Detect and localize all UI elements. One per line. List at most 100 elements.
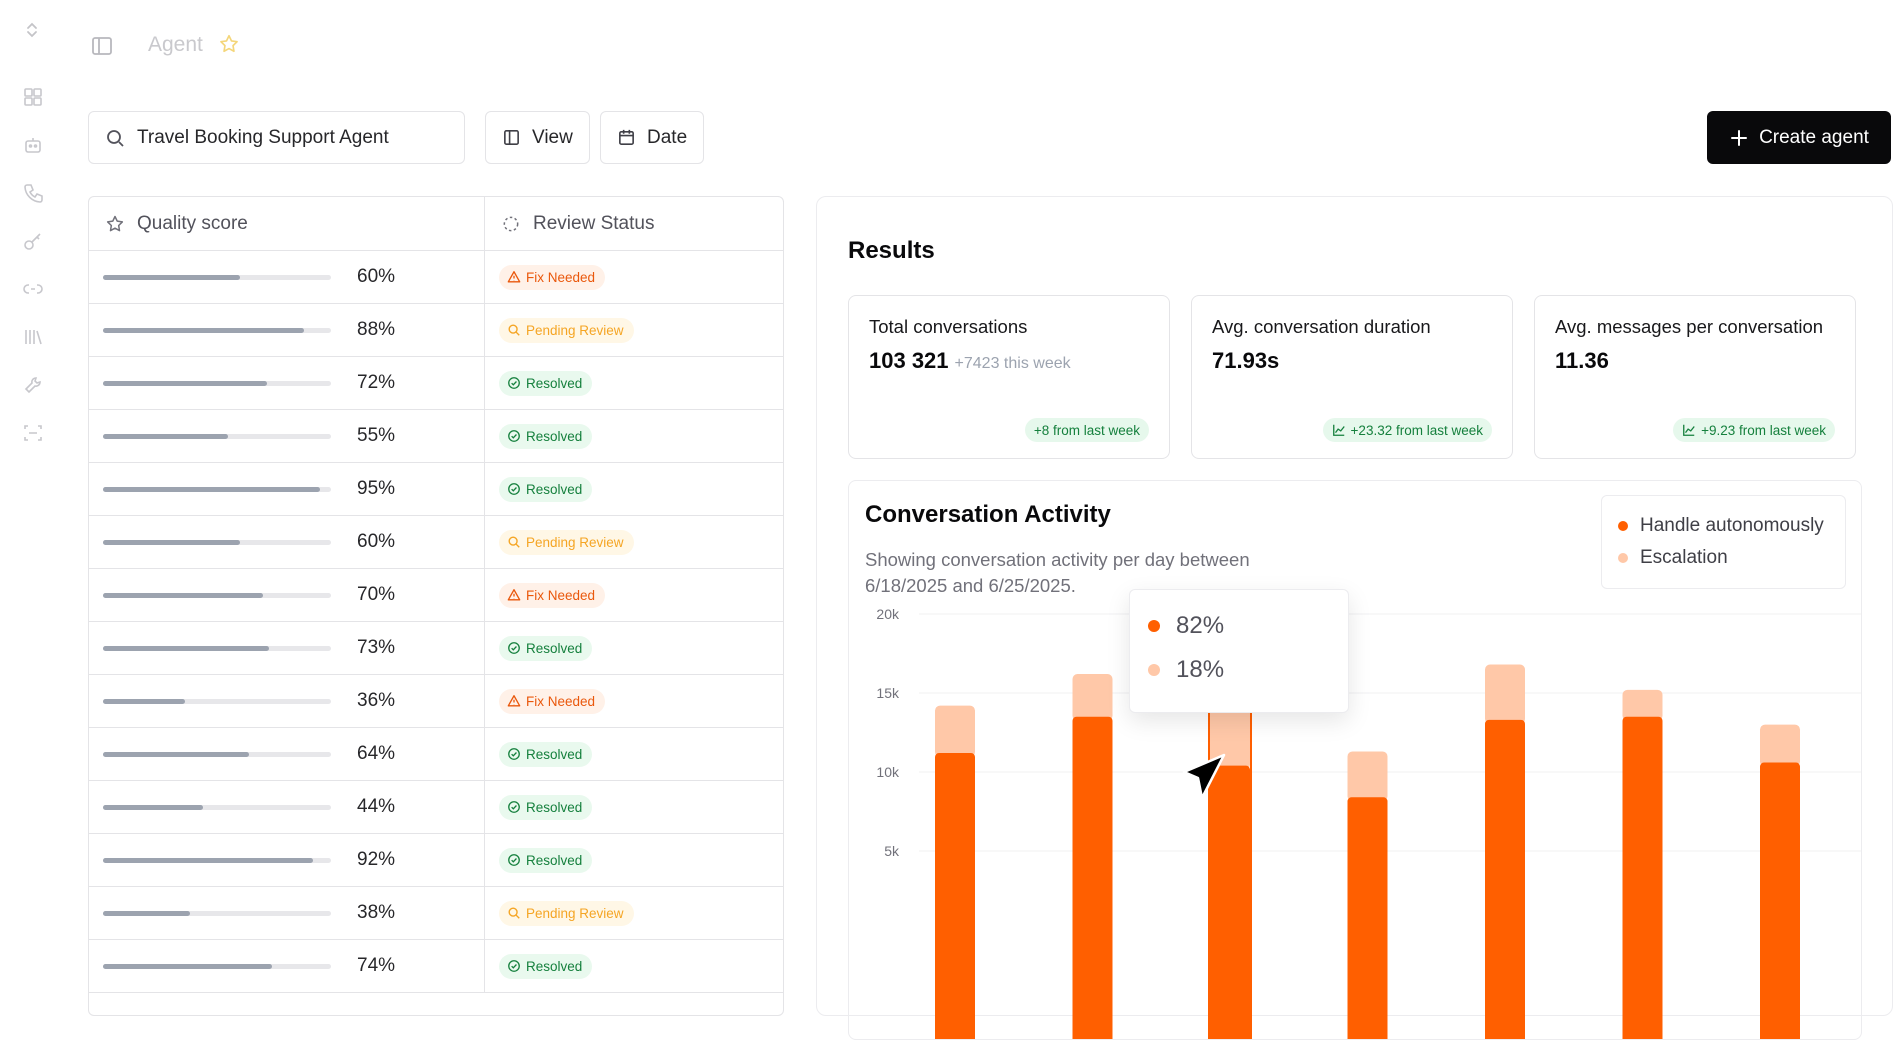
- date-button[interactable]: Date: [600, 111, 705, 164]
- status-label: Resolved: [526, 428, 583, 444]
- table-row[interactable]: 72% Resolved: [89, 357, 783, 410]
- tooltip-dot: [1148, 664, 1160, 676]
- table-row[interactable]: 38% Pending Review: [89, 887, 783, 940]
- bar-handle-autonomously[interactable]: [1072, 716, 1113, 1040]
- chevron-up-down-icon[interactable]: [22, 20, 42, 40]
- search-icon: [507, 535, 526, 549]
- quality-score-cell: 64%: [89, 728, 485, 780]
- table-row[interactable]: 73% Resolved: [89, 622, 783, 675]
- bot-icon[interactable]: [22, 134, 44, 156]
- search-input[interactable]: Travel Booking Support Agent: [88, 111, 465, 164]
- quality-score-value: 64%: [357, 743, 396, 764]
- quality-score-bar: [103, 645, 331, 651]
- review-status-cell: Fix Needed: [485, 264, 783, 290]
- dashboard-icon[interactable]: [22, 86, 44, 108]
- stat-card-avg-duration: Avg. conversation duration 71.93s +23.32…: [1191, 295, 1513, 459]
- table-row[interactable]: 70% Fix Needed: [89, 569, 783, 622]
- bar-handle-autonomously[interactable]: [1210, 765, 1250, 1040]
- table-row[interactable]: 88% Pending Review: [89, 304, 783, 357]
- review-status-cell: Resolved: [485, 741, 783, 767]
- quality-score-bar-fill: [103, 857, 313, 863]
- quality-score-bar-fill: [103, 963, 272, 969]
- bar-escalation[interactable]: [935, 705, 975, 758]
- quality-score-bar-fill: [103, 592, 263, 598]
- legend-item-escalation[interactable]: Escalation: [1618, 542, 1829, 574]
- sidebar-toggle-icon[interactable]: [90, 34, 114, 58]
- library-icon[interactable]: [22, 326, 44, 348]
- view-button[interactable]: View: [485, 111, 590, 164]
- status-badge[interactable]: Pending Review: [499, 900, 634, 926]
- review-status-cell: Resolved: [485, 953, 783, 979]
- quality-score-value: 55%: [357, 425, 396, 446]
- scan-icon[interactable]: [22, 422, 44, 444]
- create-agent-label: Create agent: [1759, 126, 1869, 148]
- status-badge[interactable]: Fix Needed: [499, 582, 606, 608]
- column-header-review-status[interactable]: Review Status: [485, 197, 783, 250]
- table-row[interactable]: 95% Resolved: [89, 463, 783, 516]
- status-badge[interactable]: Pending Review: [499, 317, 634, 343]
- quality-score-cell: 92%: [89, 834, 485, 886]
- status-badge[interactable]: Resolved: [499, 741, 593, 767]
- status-badge[interactable]: Resolved: [499, 635, 593, 661]
- stat-value: 103 321 +7423 this week: [869, 348, 1149, 374]
- status-badge[interactable]: Resolved: [499, 847, 593, 873]
- key-icon[interactable]: [22, 230, 44, 252]
- wrench-icon[interactable]: [22, 374, 44, 396]
- quality-score-value: 44%: [357, 796, 396, 817]
- quality-score-bar: [103, 857, 331, 863]
- table-row[interactable]: 44% Resolved: [89, 781, 783, 834]
- status-badge[interactable]: Resolved: [499, 423, 593, 449]
- quality-score-bar-fill: [103, 698, 186, 704]
- stat-card-total-conversations: Total conversations 103 321 +7423 this we…: [848, 295, 1170, 459]
- bar-escalation[interactable]: [1485, 664, 1525, 724]
- check-circle-icon: [507, 853, 526, 867]
- y-tick-label: 20k: [876, 606, 900, 622]
- status-badge[interactable]: Resolved: [499, 953, 593, 979]
- status-badge[interactable]: Resolved: [499, 794, 593, 820]
- search-icon: [107, 129, 124, 147]
- quality-score-bar: [103, 380, 331, 386]
- status-badge[interactable]: Fix Needed: [499, 688, 606, 714]
- bar-escalation[interactable]: [1622, 689, 1663, 721]
- bar-handle-autonomously[interactable]: [1485, 719, 1525, 1040]
- status-label: Resolved: [526, 746, 583, 762]
- table-row[interactable]: 36% Fix Needed: [89, 675, 783, 728]
- table-row[interactable]: 60% Pending Review: [89, 516, 783, 569]
- quality-score-cell: 72%: [89, 357, 485, 409]
- bar-handle-autonomously[interactable]: [1622, 716, 1663, 1040]
- status-badge[interactable]: Pending Review: [499, 529, 634, 555]
- tooltip-value: 82%: [1176, 612, 1225, 639]
- bar-escalation[interactable]: [1072, 674, 1113, 721]
- tooltip-dot: [1148, 620, 1160, 632]
- review-status-cell: Fix Needed: [485, 688, 783, 714]
- bar-handle-autonomously[interactable]: [935, 753, 975, 1040]
- quality-score-bar: [103, 433, 331, 439]
- quality-score-value: 95%: [357, 478, 396, 499]
- legend-item-handle-autonomously[interactable]: Handle autonomously: [1618, 510, 1829, 542]
- column-header-quality-score[interactable]: Quality score: [89, 197, 485, 250]
- columns-icon: [504, 130, 519, 145]
- status-badge[interactable]: Resolved: [499, 476, 593, 502]
- create-agent-button[interactable]: Create agent: [1707, 111, 1891, 164]
- table-row[interactable]: 74% Resolved: [89, 940, 783, 993]
- table-row[interactable]: 60% Fix Needed: [89, 251, 783, 304]
- table-row[interactable]: 92% Resolved: [89, 834, 783, 887]
- bar-handle-autonomously[interactable]: [1760, 762, 1800, 1040]
- quality-score-cell: 95%: [89, 463, 485, 515]
- bar-escalation[interactable]: [1760, 724, 1800, 767]
- search-icon: [507, 906, 526, 920]
- stat-card-avg-messages: Avg. messages per conversation 11.36 +9.…: [1534, 295, 1856, 459]
- stat-value: 71.93s: [1212, 348, 1280, 373]
- table-row[interactable]: 55% Resolved: [89, 410, 783, 463]
- status-badge[interactable]: Fix Needed: [499, 264, 606, 290]
- stat-label: Avg. messages per conversation: [1555, 316, 1824, 337]
- table-row[interactable]: 64% Resolved: [89, 728, 783, 781]
- status-badge[interactable]: Resolved: [499, 370, 593, 396]
- status-label: Pending Review: [526, 322, 624, 338]
- quality-score-bar: [103, 751, 331, 757]
- bar-handle-autonomously[interactable]: [1347, 797, 1388, 1040]
- link-icon[interactable]: [22, 278, 44, 300]
- favorite-star-icon[interactable]: [218, 33, 240, 55]
- bar-escalation[interactable]: [1347, 751, 1388, 802]
- phone-icon[interactable]: [22, 182, 44, 204]
